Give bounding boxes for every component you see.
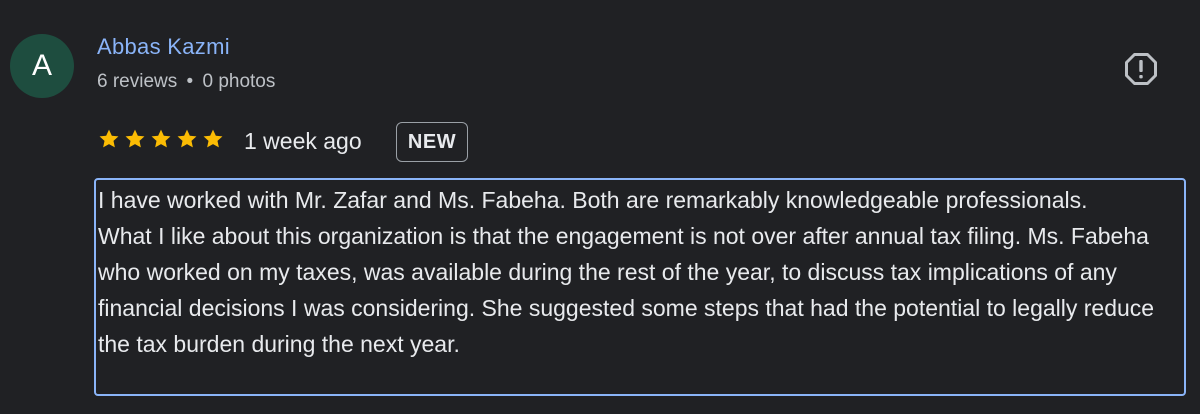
review-count: 6 reviews — [97, 71, 178, 92]
report-flag-icon — [1125, 53, 1157, 85]
reviewer-meta: 6 reviews • 0 photos — [97, 71, 275, 93]
review-text[interactable]: I have worked with Mr. Zafar and Ms. Fab… — [94, 178, 1186, 396]
avatar-letter: A — [31, 49, 52, 82]
new-badge: NEW — [396, 122, 468, 162]
report-button[interactable] — [1124, 52, 1158, 86]
star-filled-icon — [177, 129, 197, 148]
star-filled-icon — [203, 129, 223, 148]
star-filled-icon — [125, 129, 145, 148]
star-filled-icon — [151, 129, 171, 148]
photo-count: 0 photos — [202, 71, 276, 92]
reviewer-name[interactable]: Abbas Kazmi — [97, 34, 230, 60]
meta-separator: • — [186, 71, 194, 92]
star-rating — [98, 128, 224, 150]
review-time: 1 week ago — [244, 128, 362, 154]
star-filled-icon — [99, 129, 119, 148]
reviewer-avatar[interactable]: A — [10, 34, 74, 98]
